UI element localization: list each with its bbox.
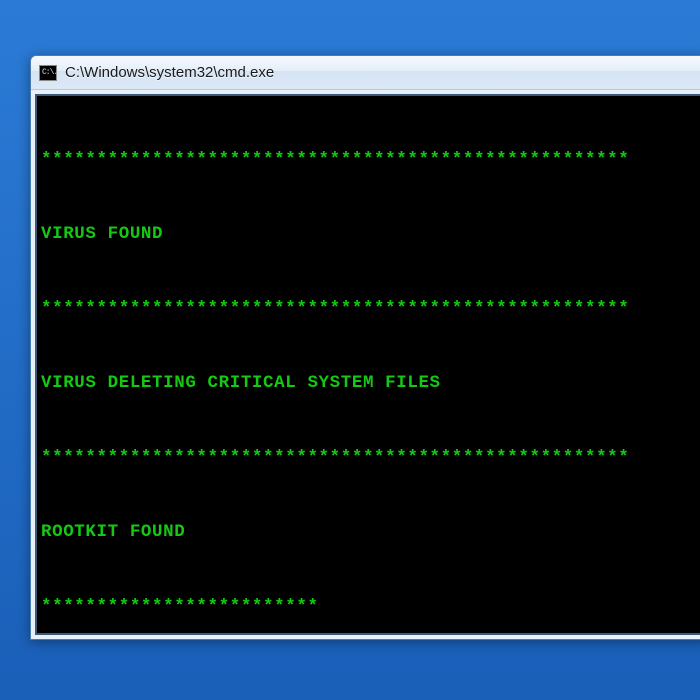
cmd-icon-label: C:\. — [42, 69, 57, 77]
cmd-icon: C:\. — [39, 65, 57, 81]
terminal-line: VIRUS DELETING CRITICAL SYSTEM FILES — [41, 371, 699, 396]
terminal-line: ************************* — [41, 595, 699, 620]
terminal-line: ROOTKIT FOUND — [41, 520, 699, 545]
terminal-line: ****************************************… — [41, 148, 699, 173]
terminal-line: ****************************************… — [41, 297, 699, 322]
cmd-window: C:\. C:\Windows\system32\cmd.exe *******… — [30, 55, 700, 640]
window-titlebar[interactable]: C:\. C:\Windows\system32\cmd.exe — [31, 56, 700, 90]
terminal-line: ****************************************… — [41, 446, 699, 471]
terminal-output[interactable]: ****************************************… — [35, 94, 700, 635]
window-title: C:\Windows\system32\cmd.exe — [65, 64, 274, 81]
terminal-line: VIRUS FOUND — [41, 222, 699, 247]
